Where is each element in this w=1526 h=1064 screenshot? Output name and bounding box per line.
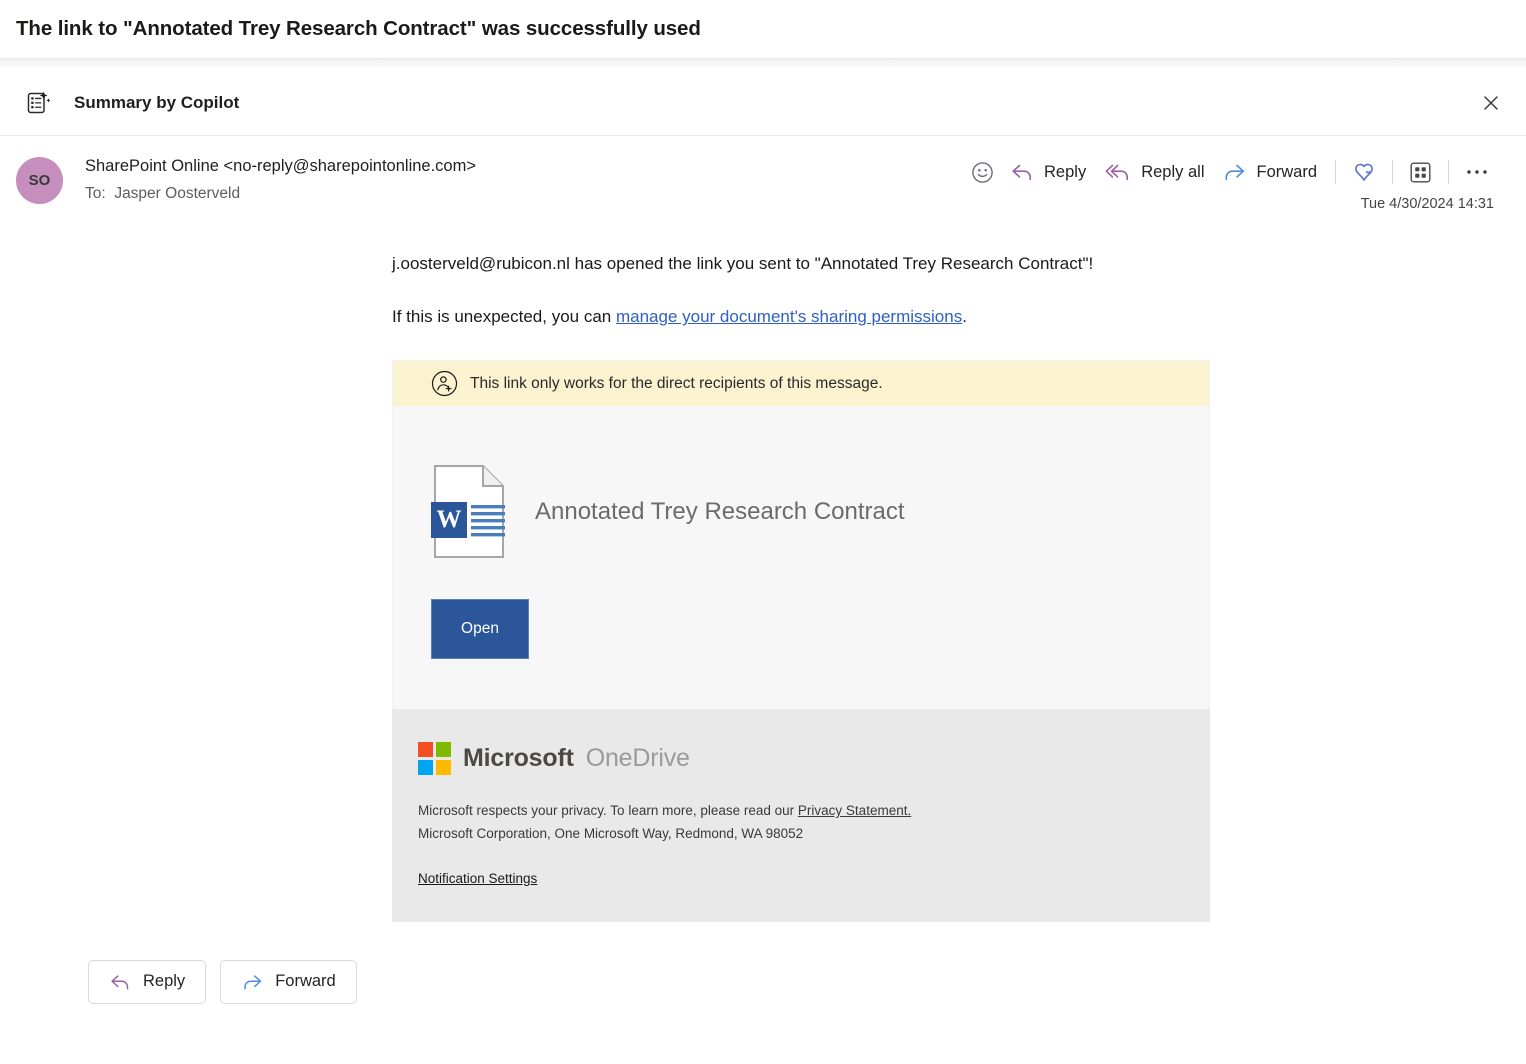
word-document-icon: W xyxy=(431,464,509,559)
body-paragraph-1: j.oosterveld@rubicon.nl has opened the l… xyxy=(392,254,1094,273)
more-actions-button[interactable] xyxy=(1458,163,1496,181)
toolbar-divider-3 xyxy=(1448,160,1449,184)
apps-button[interactable] xyxy=(1402,157,1439,188)
sender-block: SharePoint Online <no-reply@sharepointon… xyxy=(85,154,476,203)
recipient-line: To: Jasper Oosterveld xyxy=(85,185,476,203)
message-timestamp: Tue 4/30/2024 14:31 xyxy=(1360,196,1494,212)
message-action-toolbar: Reply Reply all Forward xyxy=(964,157,1496,187)
react-emoji-button[interactable] xyxy=(964,157,1001,188)
onedrive-brand-row: Microsoft OneDrive xyxy=(418,742,1210,776)
reply-button[interactable]: Reply xyxy=(1001,158,1095,186)
toolbar-divider-2 xyxy=(1392,160,1393,184)
to-label: To: xyxy=(85,184,106,202)
page-title: The link to "Annotated Trey Research Con… xyxy=(16,17,701,40)
reply-arrow-icon xyxy=(109,972,132,992)
onedrive-footer: Microsoft OneDrive Microsoft respects yo… xyxy=(392,709,1210,922)
shared-document-title: Annotated Trey Research Contract xyxy=(535,497,905,525)
reply-arrow-icon xyxy=(1010,161,1035,183)
forward-button[interactable]: Forward xyxy=(1213,158,1326,186)
open-button[interactable]: Open xyxy=(431,599,529,660)
shared-file-card: This link only works for the direct reci… xyxy=(392,360,1210,710)
recipient-only-notice-text: This link only works for the direct reci… xyxy=(470,374,883,392)
person-add-circle-icon xyxy=(431,370,458,397)
message-body-inner: j.oosterveld@rubicon.nl has opened the l… xyxy=(392,250,1210,922)
privacy-text-prefix: Microsoft respects your privacy. To lear… xyxy=(418,803,798,819)
forward-arrow-icon xyxy=(1222,161,1247,183)
toolbar-divider-1 xyxy=(1335,160,1336,184)
to-recipient: Jasper Oosterveld xyxy=(114,184,241,202)
body-paragraph-2-prefix: If this is unexpected, you can xyxy=(392,307,616,327)
subject-divider xyxy=(0,58,1526,70)
copilot-summary-bar[interactable]: Summary by Copilot xyxy=(0,70,1526,136)
reply-all-button[interactable]: Reply all xyxy=(1095,158,1213,186)
bottom-forward-button[interactable]: Forward xyxy=(220,959,357,1004)
bottom-reply-button[interactable]: Reply xyxy=(88,959,207,1004)
footer-fine-print: Microsoft respects your privacy. To lear… xyxy=(418,800,1210,845)
sender-address: SharePoint Online <no-reply@sharepointon… xyxy=(85,157,476,175)
recipient-only-notice: This link only works for the direct reci… xyxy=(393,361,1209,407)
body-paragraph-2: If this is unexpected, you can manage yo… xyxy=(392,303,1137,330)
brand-microsoft-label: Microsoft xyxy=(463,744,574,773)
header-actions-wrap: Reply Reply all Forward Tue 4/30/2024 14… xyxy=(964,154,1496,212)
svg-text:W: W xyxy=(437,506,462,533)
notification-settings-row: Notification Settings xyxy=(418,871,1210,886)
notification-settings-link[interactable]: Notification Settings xyxy=(418,871,537,886)
reply-all-button-label: Reply all xyxy=(1141,162,1205,181)
reply-button-label: Reply xyxy=(1044,162,1087,181)
apps-grid-icon xyxy=(1409,161,1432,184)
footer-address: Microsoft Corporation, One Microsoft Way… xyxy=(418,825,804,841)
brand-onedrive-label: OneDrive xyxy=(585,744,690,773)
body-paragraph-2-suffix: . xyxy=(962,307,967,327)
reply-all-arrow-icon xyxy=(1104,161,1132,183)
close-icon[interactable] xyxy=(1474,86,1508,120)
loop-button[interactable] xyxy=(1345,156,1383,188)
smiley-icon xyxy=(971,161,994,184)
copilot-summary-label: Summary by Copilot xyxy=(74,92,240,112)
bottom-action-bar: Reply Forward xyxy=(88,959,1526,1004)
message-header: SO SharePoint Online <no-reply@sharepoin… xyxy=(0,136,1526,212)
bottom-reply-label: Reply xyxy=(143,972,186,991)
microsoft-logo-icon xyxy=(418,742,451,776)
loop-icon xyxy=(1352,160,1376,184)
avatar-initials: SO xyxy=(28,172,51,189)
avatar[interactable]: SO xyxy=(16,157,63,204)
ellipsis-icon xyxy=(1465,167,1489,177)
forward-arrow-icon xyxy=(241,972,264,992)
manage-sharing-permissions-link[interactable]: manage your document's sharing permissio… xyxy=(616,307,962,326)
shared-document-row[interactable]: W Annotated Trey Research Contract xyxy=(431,464,1209,559)
bottom-forward-label: Forward xyxy=(275,972,336,991)
message-body: j.oosterveld@rubicon.nl has opened the l… xyxy=(0,212,1526,922)
subject-bar: The link to "Annotated Trey Research Con… xyxy=(0,0,1526,58)
shared-file-card-main: W Annotated Trey Research Contract Open xyxy=(393,406,1209,709)
forward-button-label: Forward xyxy=(1256,162,1317,181)
copilot-summary-icon xyxy=(24,89,52,117)
privacy-statement-link[interactable]: Privacy Statement. xyxy=(798,803,911,818)
